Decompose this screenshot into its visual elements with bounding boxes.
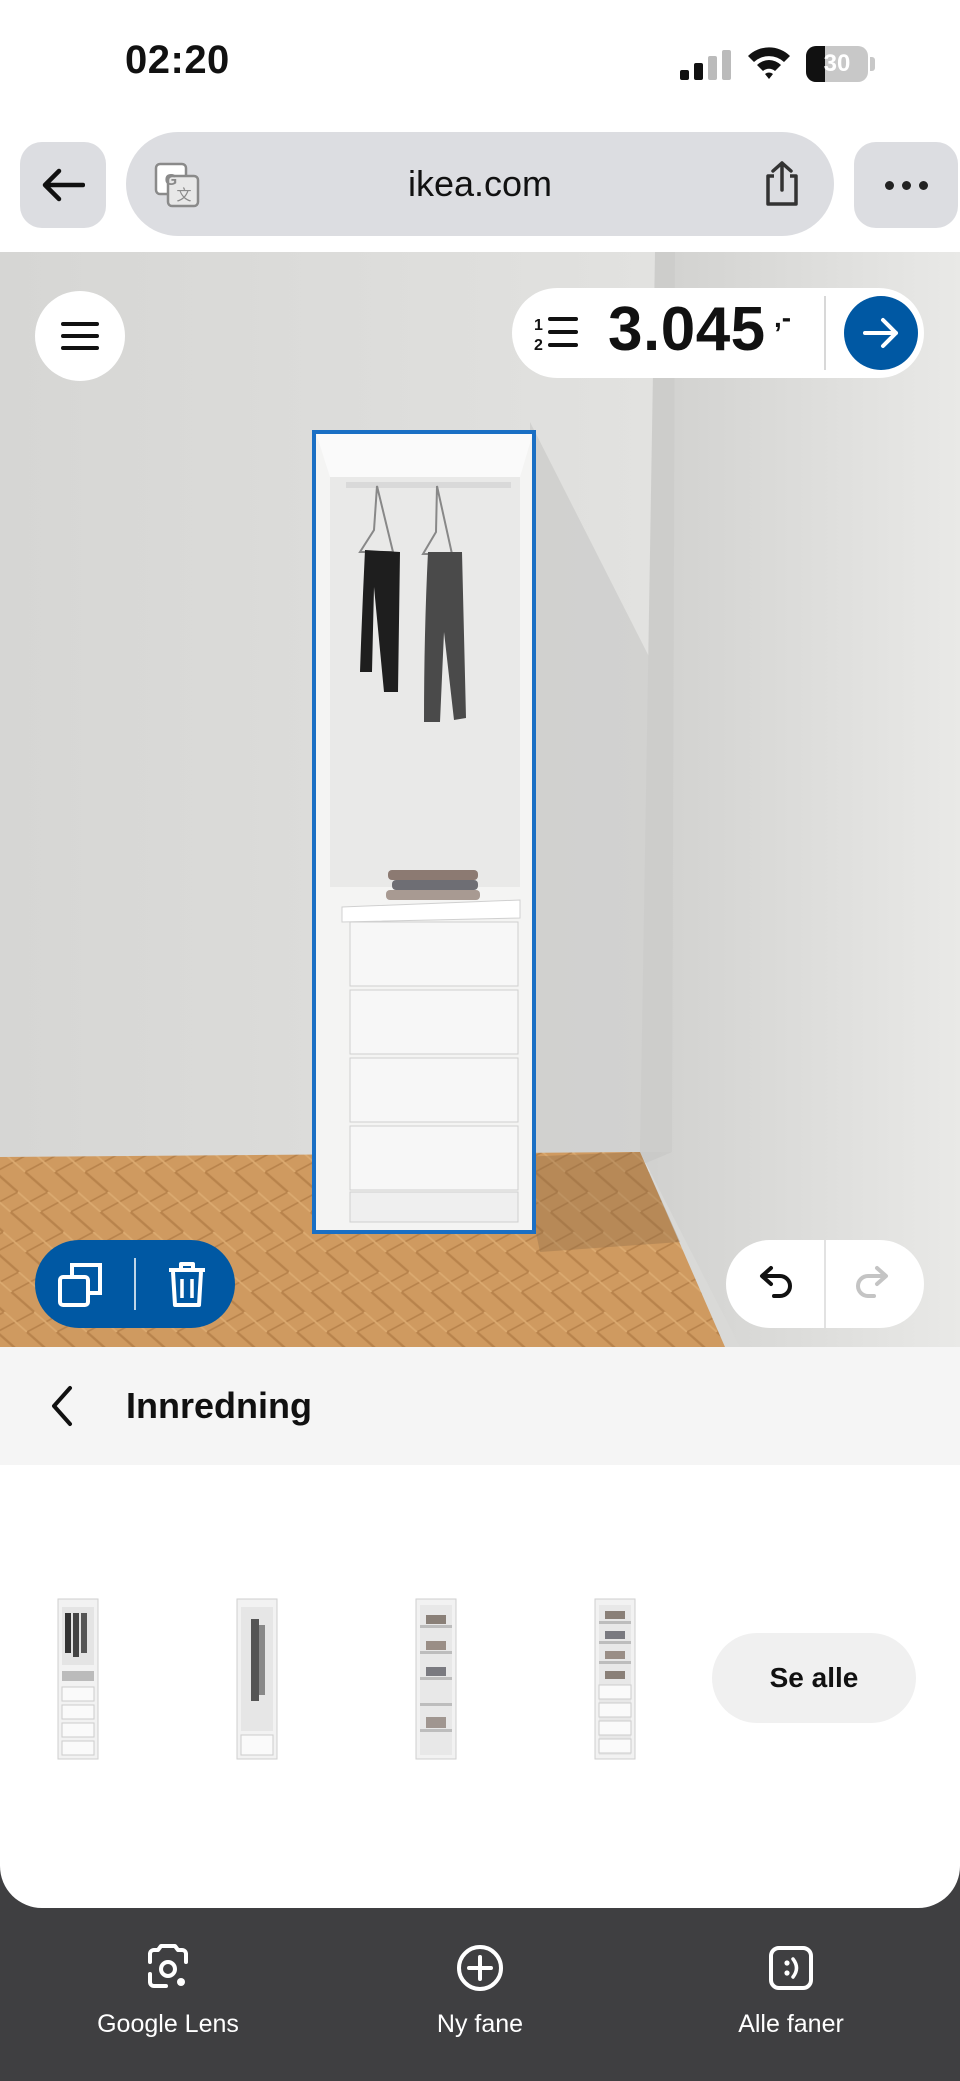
tab-label: Alle faner: [738, 2010, 844, 2038]
continue-button[interactable]: [844, 296, 918, 370]
undo-icon[interactable]: [754, 1262, 796, 1304]
more-dot-icon: [884, 180, 894, 190]
redo-icon[interactable]: [852, 1262, 894, 1304]
product-item[interactable]: [555, 1595, 675, 1763]
numbered-list-icon: 1 2: [534, 317, 578, 353]
arrow-right-icon: [863, 318, 898, 348]
new-tab-icon: [457, 1945, 503, 1991]
battery-level: 30: [823, 50, 851, 77]
address-bar[interactable]: G 文 ikea.com: [126, 132, 834, 236]
tab-new-tab[interactable]: Ny fane: [360, 1944, 600, 2054]
chevron-left-icon[interactable]: [46, 1383, 80, 1429]
menu-button[interactable]: [35, 291, 125, 381]
price-summary[interactable]: 1 2 3.045 ,-: [512, 288, 924, 378]
wardrobe-with-long-rail-icon: [236, 1598, 278, 1760]
selection-actions: [35, 1240, 235, 1328]
status-bar: 02:20 30: [0, 0, 960, 130]
google-lens-icon: [148, 1944, 188, 1988]
more-options-button[interactable]: [854, 142, 958, 228]
history-controls: [726, 1240, 924, 1328]
arrow-left-icon: [42, 168, 85, 202]
price-divider: [824, 296, 826, 370]
price-suffix: ,-: [774, 302, 792, 333]
section-title: Innredning: [126, 1385, 312, 1426]
browser-back-button[interactable]: [20, 142, 106, 228]
trash-icon[interactable]: [167, 1260, 207, 1308]
status-time: 02:20: [125, 38, 230, 82]
duplicate-icon[interactable]: [57, 1262, 103, 1308]
room-scene: [0, 252, 960, 1347]
wardrobe-with-rail-and-drawers-icon: [57, 1598, 99, 1760]
action-divider: [134, 1258, 136, 1310]
history-divider: [824, 1240, 826, 1328]
tab-google-lens[interactable]: Google Lens: [48, 1944, 288, 2054]
total-price: 3.045: [608, 295, 766, 364]
planner-viewport[interactable]: 1 2 3.045 ,-: [0, 252, 960, 1347]
svg-text:1: 1: [534, 317, 543, 334]
product-list: Se alle: [0, 1465, 960, 1908]
product-item[interactable]: [197, 1595, 317, 1763]
see-all-button[interactable]: Se alle: [712, 1633, 916, 1723]
wifi-icon: [748, 47, 790, 79]
product-item[interactable]: [376, 1595, 496, 1763]
all-tabs-icon: [769, 1946, 813, 1990]
tab-label: Ny fane: [436, 2010, 524, 2038]
more-dot-icon: [918, 180, 928, 190]
svg-text:2: 2: [534, 337, 543, 353]
battery-icon: 30: [806, 46, 875, 82]
hamburger-menu-icon: [61, 322, 99, 350]
cellular-signal-icon: [680, 50, 731, 80]
wardrobe-with-shelves-and-drawers-icon: [594, 1598, 636, 1760]
share-icon[interactable]: [760, 160, 804, 208]
product-item[interactable]: [18, 1595, 138, 1763]
browser-bottom-bar: Google Lens Ny fane Alle faner: [0, 1908, 960, 2081]
tab-label: Google Lens: [97, 2010, 239, 2038]
section-header: Innredning: [0, 1347, 960, 1465]
more-dot-icon: [901, 180, 911, 190]
tab-all-tabs[interactable]: Alle faner: [671, 1944, 911, 2054]
wardrobe-model: [312, 430, 536, 1234]
browser-toolbar: G 文 ikea.com: [0, 130, 960, 252]
url-text: ikea.com: [407, 163, 553, 204]
wardrobe-with-shelves-icon: [415, 1598, 457, 1760]
